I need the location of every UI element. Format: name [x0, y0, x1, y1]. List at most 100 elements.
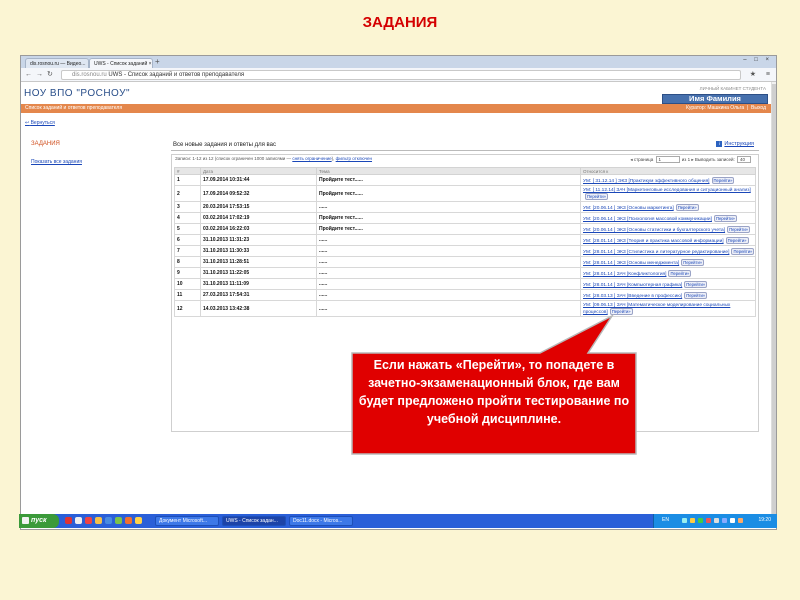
- menu-icon[interactable]: ≡: [766, 71, 770, 78]
- url-field[interactable]: dis.rosnou.ru UWS - Список заданий и отв…: [61, 70, 741, 80]
- row-num: 11: [174, 289, 201, 301]
- quicklaunch-word-icon[interactable]: [105, 517, 112, 524]
- reload-icon[interactable]: ↻: [47, 71, 53, 78]
- quicklaunch-opera-icon[interactable]: [65, 517, 72, 524]
- start-button[interactable]: пуск: [19, 514, 59, 528]
- subject-link[interactable]: УМ: [28.01.14 ] ЭКЗ [Теория и практика м…: [583, 239, 724, 244]
- row-date: 17.09.2014 09:52:32: [200, 185, 317, 202]
- quicklaunch-chrome-icon[interactable]: [95, 517, 102, 524]
- site-name[interactable]: НОУ ВПО "РОСНОУ": [24, 88, 130, 99]
- start-label: пуск: [31, 517, 47, 524]
- col-date[interactable]: Дата: [200, 167, 317, 175]
- instructions-link[interactable]: i Инструкция: [716, 141, 754, 147]
- pager: ◂ страница 1 из 1 ▸ Выводить записей: 40: [630, 156, 752, 163]
- col-num[interactable]: #: [174, 167, 201, 175]
- back-link[interactable]: ↩ Вернуться: [25, 120, 55, 126]
- subject-link[interactable]: УМ: [ 11.12.14] ЗАЧ [Маркетинговые иссле…: [583, 188, 751, 193]
- subject-link[interactable]: УМ: [28.03.13 ] ЗАЧ [Введение в професси…: [583, 294, 682, 299]
- go-button[interactable]: Перейти»: [681, 258, 705, 266]
- go-button[interactable]: Перейти»: [731, 247, 755, 255]
- row-num: 5: [174, 223, 201, 235]
- row-related: УМ: [28.01.14 ] ЭКЗ [Стилистика и литера…: [580, 245, 756, 257]
- tray-volume-icon[interactable]: [714, 518, 719, 523]
- subject-link[interactable]: УМ: [ 31.12.14 ] ЭКЗ [Практикум эффектив…: [583, 179, 710, 184]
- table-row: 9 31.10.2013 11:22:05...... УМ: [28.01.14 …: [174, 267, 756, 279]
- go-button[interactable]: Перейти»: [727, 225, 750, 233]
- quicklaunch-app-icon[interactable]: [85, 517, 92, 524]
- row-date: 27.03.2013 17:54:31: [200, 289, 317, 301]
- tray-network-icon[interactable]: [682, 518, 687, 523]
- window-controls[interactable]: – □ ×: [743, 57, 772, 63]
- scrollbar[interactable]: [771, 82, 776, 518]
- quicklaunch-desktop-icon[interactable]: [75, 517, 82, 524]
- taskbar-item-uws-browser[interactable]: UWS - Список задан...: [222, 516, 286, 526]
- curator-name[interactable]: Куратор: Машкина Ольга: [686, 105, 744, 111]
- row-date: 17.09.2014 10:31:44: [200, 174, 317, 186]
- clock[interactable]: 19:20: [758, 517, 771, 523]
- next-page-icon[interactable]: ▸: [691, 157, 693, 162]
- row-date: 20.03.2014 17:53:15: [200, 201, 317, 213]
- subject-link[interactable]: УМ: [28.01.14 ] ЗАЧ [Компьютерная график…: [583, 283, 682, 288]
- go-button[interactable]: Перейти»: [609, 308, 633, 315]
- table-row: 3 20.03.2014 17:53:15...... УМ: [20.06.14 …: [174, 201, 756, 213]
- go-button[interactable]: Перейти»: [713, 214, 737, 222]
- col-theme[interactable]: Тема: [316, 167, 581, 175]
- bookmark-star-icon[interactable]: ★: [750, 71, 756, 78]
- url-host: dis.rosnou.ru: [72, 72, 107, 78]
- quicklaunch-excel-icon[interactable]: [115, 517, 122, 524]
- tray-alert-icon[interactable]: [706, 518, 711, 523]
- browser-tab-uws[interactable]: UWS - Список заданий ×: [89, 58, 153, 68]
- table-row: 12 14.03.2013 13:42:38...... УМ: [09.06.13…: [174, 300, 756, 317]
- go-button[interactable]: Перейти»: [585, 193, 608, 200]
- subject-link[interactable]: УМ: [28.01.14 ] ЭКЗ [Стилистика и литера…: [583, 250, 729, 255]
- remove-limit-link[interactable]: снять ограничение: [292, 156, 331, 161]
- tray-update-icon[interactable]: [722, 518, 727, 523]
- row-related: УМ: [20.06.14 ] ЭКЗ [Основы маркетинга] П…: [580, 201, 756, 213]
- back-arrow-icon[interactable]: ←: [25, 71, 32, 78]
- scrollbar-thumb[interactable]: [772, 84, 776, 514]
- subject-link[interactable]: УМ: [20.06.14 ] ЭКЗ [Психология массовой…: [583, 217, 712, 222]
- new-tab-button[interactable]: +: [155, 58, 160, 66]
- quicklaunch-yandex-icon[interactable]: [135, 517, 142, 524]
- tray-display-icon[interactable]: [730, 518, 735, 523]
- tray-security-icon[interactable]: [690, 518, 695, 523]
- row-num: 1: [174, 174, 201, 186]
- show-all-tasks-link[interactable]: Показать все задания: [31, 159, 82, 165]
- page-size-select[interactable]: 40: [737, 156, 751, 163]
- taskbar-item-word-document[interactable]: Документ Microsoft...: [155, 516, 219, 526]
- row-theme: ......: [316, 234, 581, 246]
- go-button[interactable]: Перейти»: [675, 203, 699, 211]
- go-button[interactable]: Перейти»: [711, 176, 735, 184]
- forward-arrow-icon[interactable]: →: [36, 71, 43, 78]
- col-related[interactable]: Относится к: [580, 167, 756, 175]
- tray-app-icon[interactable]: [698, 518, 703, 523]
- go-button[interactable]: Перейти»: [725, 236, 749, 244]
- browser-tab-video[interactable]: dis.rosnou.ru — Видео...: [25, 58, 89, 68]
- subject-link[interactable]: УМ: [28.01.14 ] ЗАЧ [Конфликтология]: [583, 272, 666, 277]
- row-num: 9: [174, 267, 201, 279]
- subject-link[interactable]: УМ: [20.06.14 ] ЭКЗ [Основы маркетинга]: [583, 206, 674, 211]
- subject-link[interactable]: УМ: [28.01.14 ] ЭКЗ [Основы менеджмента]: [583, 261, 679, 266]
- pager-show-label: Выводить записей:: [694, 157, 735, 162]
- tray-misc-icon[interactable]: [738, 518, 743, 523]
- cabinet-label: ЛИЧНЫЙ КАБИНЕТ СТУДЕНТА: [699, 86, 766, 91]
- subject-link[interactable]: УМ: [20.06.14 ] ЭКЗ [Основы статистики и…: [583, 228, 725, 233]
- address-bar: ← → ↻ dis.rosnou.ru UWS - Список заданий…: [21, 68, 776, 82]
- windows-logo-icon: [22, 517, 29, 524]
- subject-link[interactable]: УМ: [09.06.13 ] ЗАЧ [Математическое моде…: [583, 303, 730, 315]
- go-button[interactable]: Перейти»: [684, 291, 708, 299]
- row-related: УМ: [ 31.12.14 ] ЭКЗ [Практикум эффектив…: [580, 174, 756, 186]
- taskbar: пуск Документ Microsoft... UWS - Список …: [19, 514, 777, 528]
- taskbar-item-doc11[interactable]: Doc11.docx - Micros...: [289, 516, 353, 526]
- exit-link[interactable]: Выход: [751, 105, 766, 111]
- sidebar-title: ЗАДАНИЯ: [31, 141, 60, 147]
- page-select[interactable]: 1: [655, 156, 680, 163]
- row-related: УМ: [28.01.14 ] ЭКЗ [Основы менеджмента]…: [580, 256, 756, 268]
- language-indicator[interactable]: EN: [662, 517, 669, 523]
- quicklaunch-powerpoint-icon[interactable]: [125, 517, 132, 524]
- row-theme: ......: [316, 201, 581, 213]
- first-page-icon[interactable]: ◂: [630, 157, 632, 162]
- go-button[interactable]: Перейти»: [684, 280, 708, 288]
- go-button[interactable]: Перейти»: [668, 269, 692, 277]
- filter-off-link[interactable]: фильтр отключен: [336, 156, 372, 161]
